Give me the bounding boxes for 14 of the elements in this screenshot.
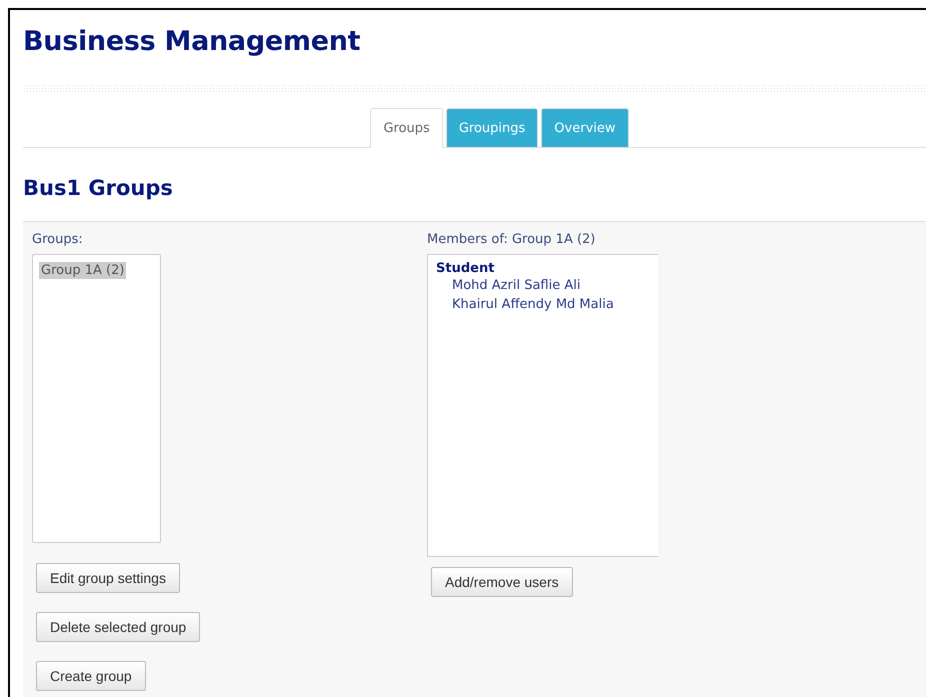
field-label: Groups: bbox=[32, 232, 83, 249]
action-button[interactable]: Create group bbox=[36, 661, 146, 691]
role-heading: Student bbox=[436, 261, 496, 276]
member-name: Mohd Azril Saflie Ali bbox=[451, 277, 582, 295]
tab[interactable]: Groups bbox=[370, 108, 443, 148]
field-label: Members of: Group 1A (2) bbox=[427, 232, 596, 249]
groups-listbox[interactable]: Group 1A (2) bbox=[32, 254, 161, 543]
page-title: Business Management bbox=[23, 25, 362, 59]
section-heading: Bus1 Groups bbox=[23, 175, 174, 202]
add-remove-users-button[interactable]: Add/remove users bbox=[431, 567, 573, 597]
list-option[interactable]: Group 1A (2) bbox=[39, 262, 126, 279]
member-name: Khairul Affendy Md Malia bbox=[451, 296, 615, 314]
action-button[interactable]: Delete selected group bbox=[36, 612, 200, 642]
action-button[interactable]: Edit group settings bbox=[36, 563, 180, 593]
